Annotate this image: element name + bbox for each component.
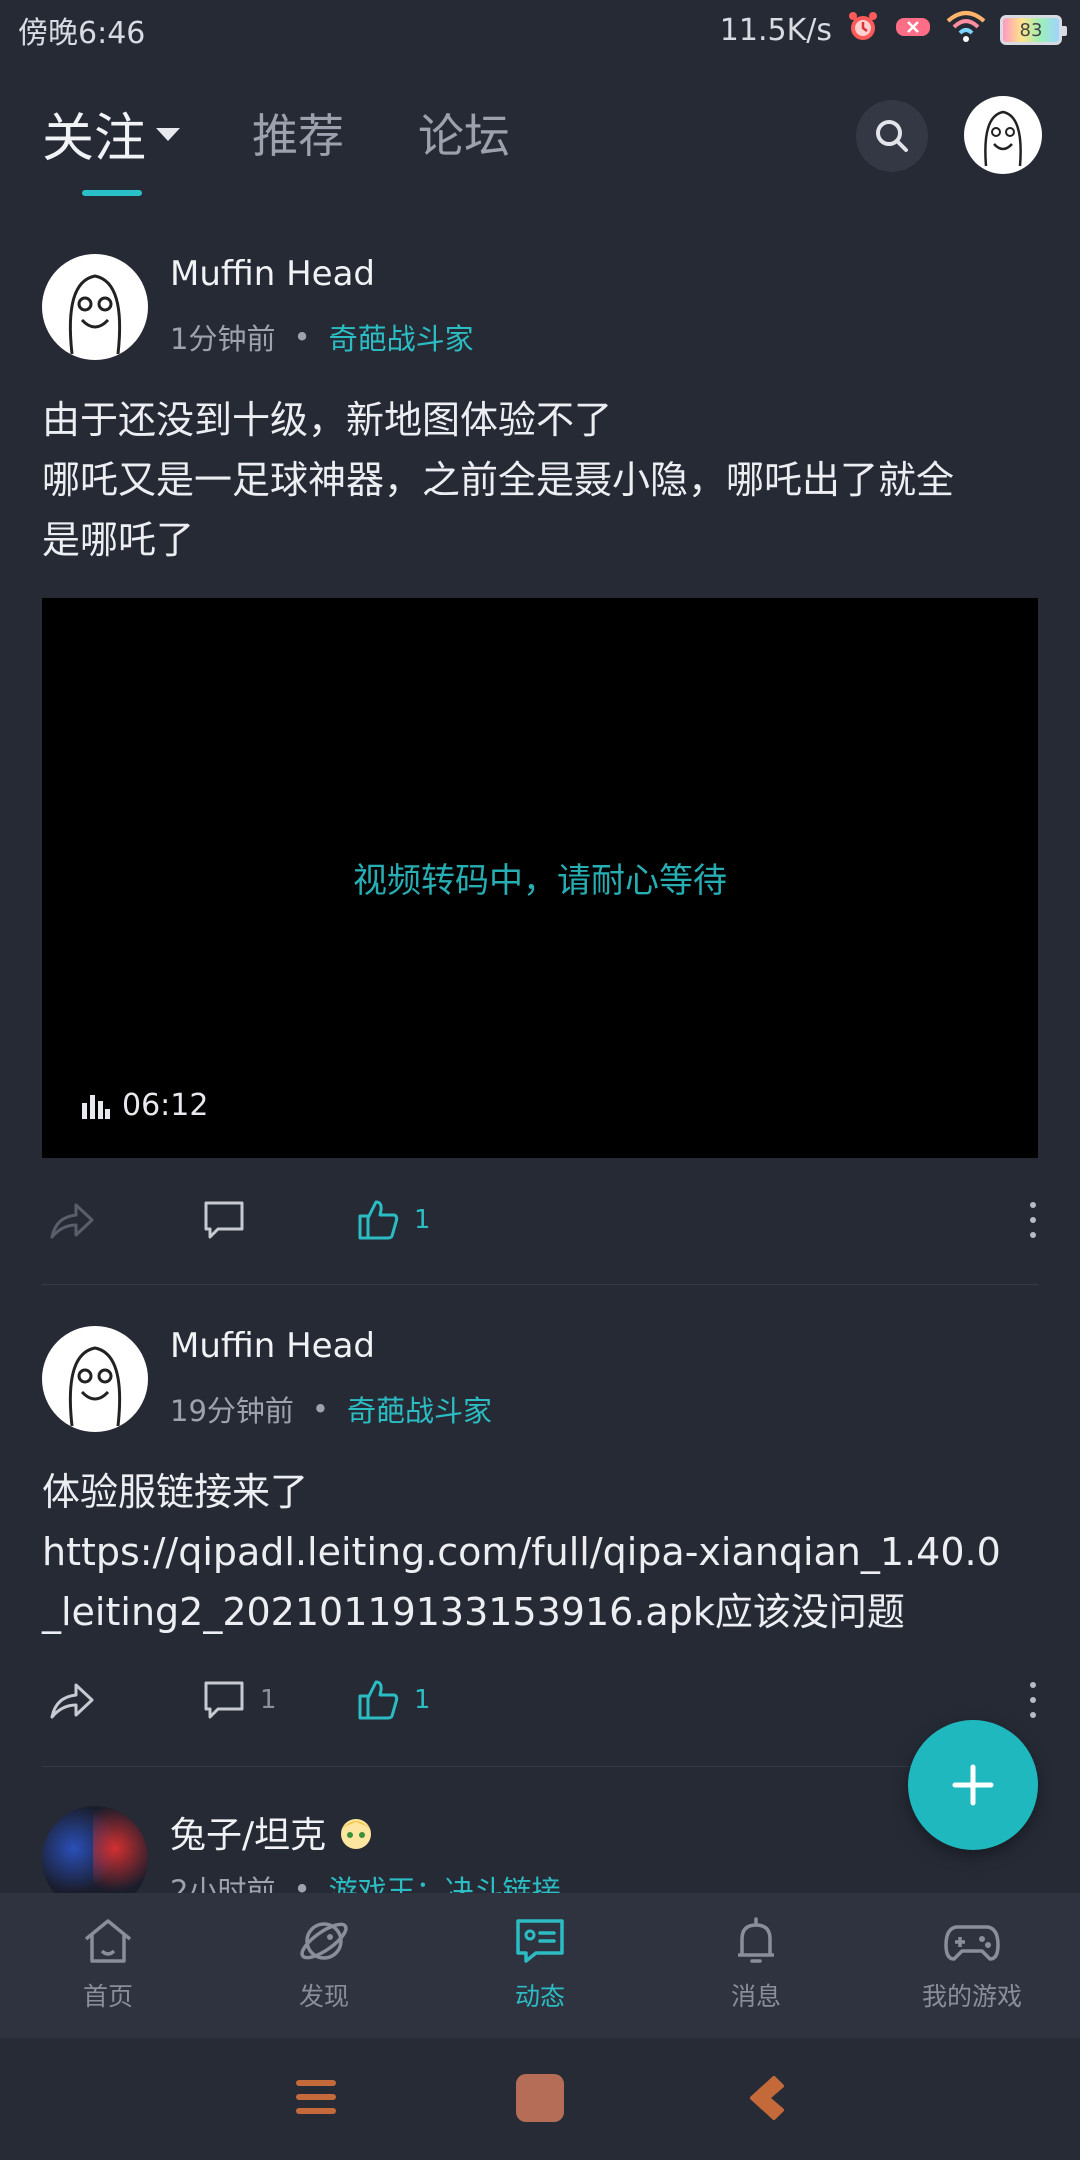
sim-off-icon bbox=[894, 13, 932, 48]
content-line: _leiting2_20210119133153916.apk应该没问题 bbox=[42, 1590, 905, 1634]
comment-button[interactable]: 1 bbox=[202, 1660, 277, 1740]
feed-post: Muffin Head 19分钟前 • 奇葩战斗家 体验服链接来了 https:… bbox=[42, 1326, 1038, 1767]
post-content[interactable]: 由于还没到十级，新地图体验不了 哪吒又是一足球神器，之前全是聂小隐，哪吒出了就全… bbox=[42, 390, 1038, 570]
author-name[interactable]: Muffin Head bbox=[170, 1326, 375, 1366]
top-tab-bar: 关注 推荐 论坛 bbox=[0, 60, 1080, 210]
feed-post: Muffin Head 1分钟前 • 奇葩战斗家 由于还没到十级，新地图体验不了… bbox=[42, 254, 1038, 1285]
share-button[interactable] bbox=[48, 1180, 94, 1260]
comment-button[interactable] bbox=[202, 1180, 260, 1260]
like-button[interactable]: 1 bbox=[356, 1180, 431, 1260]
nav-home[interactable]: 首页 bbox=[0, 1893, 216, 2038]
status-time: 傍晚6:46 bbox=[18, 16, 146, 51]
post-time: 2小时前 bbox=[170, 1874, 276, 1893]
active-tab-indicator bbox=[82, 190, 142, 196]
post-group-link[interactable]: 奇葩战斗家 bbox=[347, 1388, 492, 1430]
bar-chart-icon bbox=[82, 1094, 110, 1119]
post-divider bbox=[42, 1766, 1038, 1767]
nav-feed[interactable]: 动态 bbox=[432, 1893, 648, 2038]
wifi-icon bbox=[946, 9, 986, 51]
post-meta: 19分钟前 • 奇葩战斗家 bbox=[170, 1388, 492, 1430]
chevron-down-icon[interactable] bbox=[156, 128, 180, 141]
user-avatar[interactable] bbox=[964, 96, 1042, 174]
planet-icon bbox=[300, 1922, 348, 1960]
post-meta: 2小时前 • 游戏王：决斗链接 bbox=[170, 1868, 561, 1893]
battery-indicator: 83 bbox=[1000, 15, 1067, 45]
post-meta: 1分钟前 • 奇葩战斗家 bbox=[170, 316, 474, 358]
home-icon bbox=[84, 1919, 132, 1963]
share-icon bbox=[50, 1203, 94, 1239]
content-line: 是哪吒了 bbox=[42, 518, 195, 562]
post-group-link[interactable]: 奇葩战斗家 bbox=[329, 316, 474, 358]
feed-icon bbox=[516, 1919, 564, 1963]
meta-separator: • bbox=[311, 1392, 330, 1426]
search-icon bbox=[876, 120, 908, 152]
character-badge-icon bbox=[341, 1819, 372, 1849]
author-avatar[interactable] bbox=[42, 1806, 148, 1893]
thumbs-up-icon bbox=[358, 1680, 399, 1720]
post-time: 19分钟前 bbox=[170, 1394, 294, 1428]
home-button-icon[interactable] bbox=[516, 2074, 564, 2122]
feed-post: 兔子/坦克 2小时前 • 游戏王：决斗链接 bbox=[42, 1806, 1038, 1893]
author-avatar[interactable] bbox=[42, 1326, 148, 1432]
meta-separator: • bbox=[293, 1872, 311, 1893]
post-group-link[interactable]: 游戏王：决斗链接 bbox=[329, 1868, 561, 1893]
content-line: https://qipadl.leiting.com/full/qipa-xia… bbox=[42, 1530, 1001, 1574]
more-options-icon[interactable] bbox=[1028, 1682, 1038, 1718]
video-player[interactable]: 视频转码中，请耐心等待 06:12 bbox=[42, 598, 1038, 1158]
nav-my-games[interactable]: 我的游戏 bbox=[864, 1893, 1080, 2038]
gamepad-icon bbox=[944, 1925, 1000, 1961]
tab-recommend[interactable]: 推荐 bbox=[252, 100, 344, 166]
post-content[interactable]: 体验服链接来了 https://qipadl.leiting.com/full/… bbox=[42, 1462, 1038, 1642]
share-button[interactable] bbox=[48, 1660, 94, 1740]
content-line: 体验服链接来了 bbox=[42, 1470, 309, 1514]
thumbs-up-icon bbox=[358, 1200, 399, 1240]
system-navigation-bar bbox=[0, 2038, 1080, 2160]
nav-messages[interactable]: 消息 bbox=[648, 1893, 864, 2038]
video-duration: 06:12 bbox=[82, 1088, 208, 1123]
more-options-icon[interactable] bbox=[1028, 1202, 1038, 1238]
create-post-button[interactable] bbox=[908, 1720, 1038, 1850]
bottom-navigation: 首页 发现 动态 消息 我的游戏 bbox=[0, 1893, 1080, 2038]
network-speed: 11.5K/s bbox=[719, 12, 832, 48]
comment-icon bbox=[204, 1681, 244, 1719]
post-divider bbox=[42, 1284, 1038, 1285]
tab-forum[interactable]: 论坛 bbox=[418, 100, 510, 166]
plus-icon bbox=[952, 1764, 994, 1806]
comment-icon bbox=[204, 1201, 244, 1239]
post-time: 1分钟前 bbox=[170, 322, 276, 356]
tab-following[interactable]: 关注 bbox=[42, 96, 146, 171]
like-count: 1 bbox=[414, 1685, 431, 1715]
video-status-message: 视频转码中，请耐心等待 bbox=[353, 861, 727, 901]
like-button[interactable]: 1 bbox=[356, 1660, 431, 1740]
comment-count: 1 bbox=[260, 1685, 277, 1715]
nav-discover[interactable]: 发现 bbox=[216, 1893, 432, 2038]
author-avatar[interactable] bbox=[42, 254, 148, 360]
author-name[interactable]: 兔子/坦克 bbox=[170, 1806, 376, 1858]
content-line: 由于还没到十级，新地图体验不了 bbox=[42, 398, 613, 442]
bell-icon bbox=[738, 1917, 774, 1963]
menu-icon[interactable] bbox=[296, 2080, 336, 2114]
post-actions: 1 bbox=[42, 1180, 1038, 1260]
content-line: 哪吒又是一足球神器，之前全是聂小隐，哪吒出了就全 bbox=[42, 458, 955, 502]
status-icons: 11.5K/s 83 bbox=[719, 9, 1067, 51]
search-button[interactable] bbox=[856, 100, 928, 172]
like-count: 1 bbox=[414, 1205, 431, 1235]
back-icon[interactable] bbox=[744, 2074, 788, 2126]
post-actions: 1 1 bbox=[42, 1660, 1038, 1740]
meta-separator: • bbox=[293, 320, 311, 354]
share-icon bbox=[50, 1683, 94, 1719]
status-bar: 傍晚6:46 11.5K/s 83 bbox=[0, 0, 1080, 60]
alarm-icon bbox=[846, 9, 880, 51]
author-name[interactable]: Muffin Head bbox=[170, 254, 375, 294]
